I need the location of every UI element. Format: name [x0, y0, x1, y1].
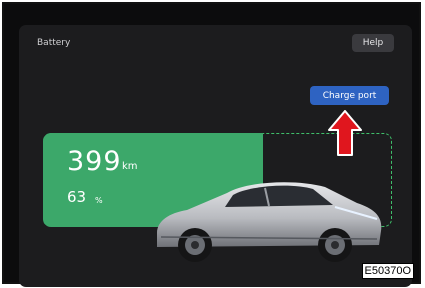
screen-frame: Battery Help Charge port 399 km 63 % E50… — [2, 2, 421, 287]
charge-port-button[interactable]: Charge port — [310, 86, 389, 105]
battery-percent-unit: % — [95, 196, 103, 205]
battery-percent-value: 63 — [67, 188, 87, 206]
help-button[interactable]: Help — [352, 34, 394, 52]
battery-panel: Battery Help Charge port 399 km 63 % — [19, 25, 412, 287]
arrow-up-icon — [328, 110, 362, 156]
page-title: Battery — [37, 38, 71, 48]
range-value: 399 — [67, 146, 122, 177]
range-unit: km — [122, 161, 138, 172]
car-illustration — [157, 182, 382, 262]
figure-code-label: E50370O — [361, 263, 414, 279]
